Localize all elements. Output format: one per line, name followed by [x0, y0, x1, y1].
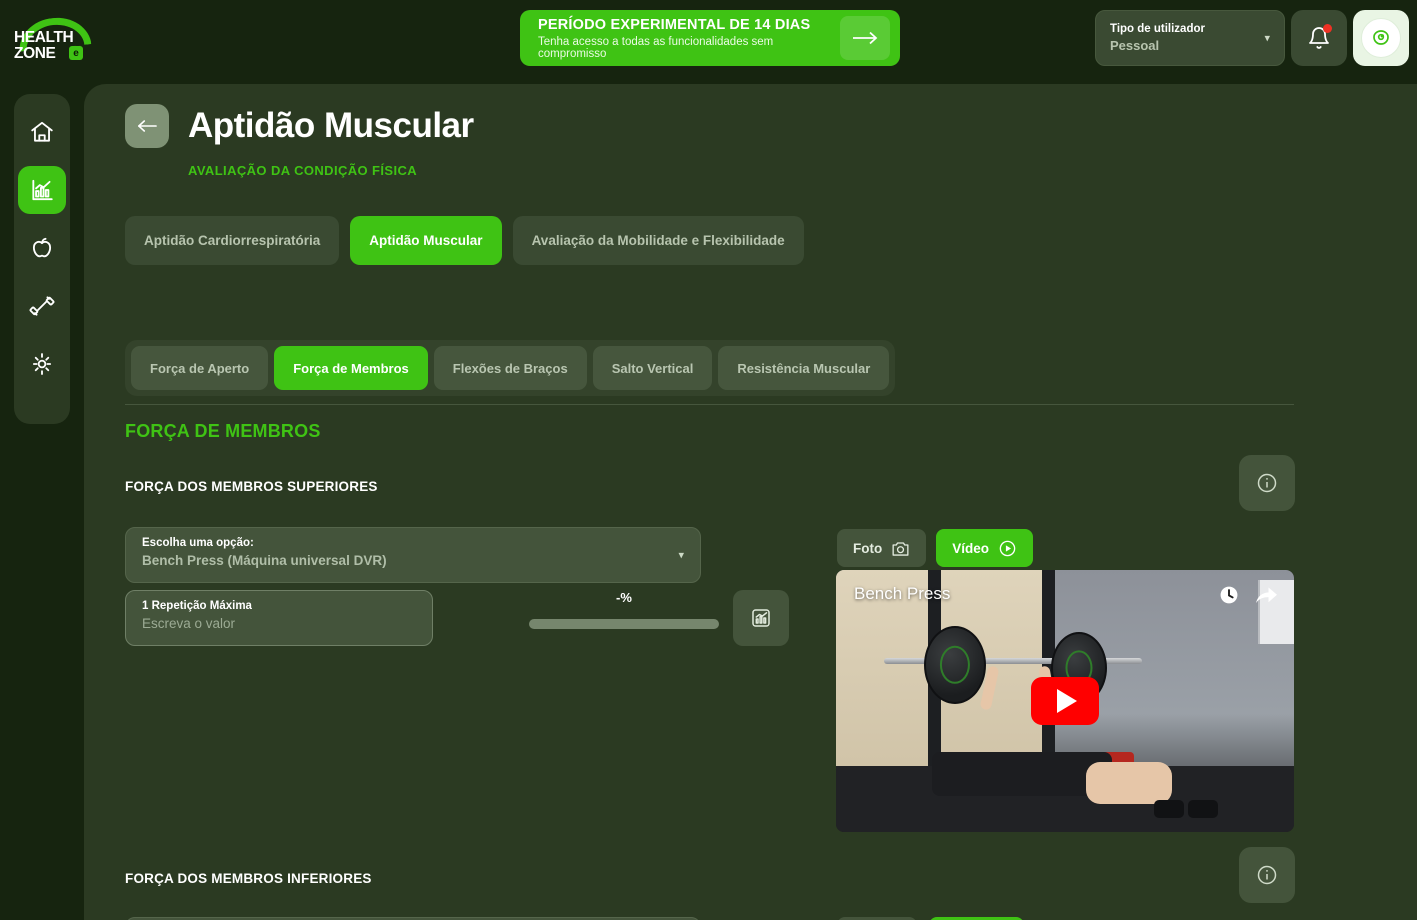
clock-icon[interactable] [1218, 584, 1240, 606]
section-title: FORÇA DE MEMBROS [125, 421, 321, 441]
chart-icon [32, 179, 53, 201]
logo-line-1: HEALTH [14, 29, 74, 46]
sidebar-item-nutrition[interactable] [18, 224, 66, 272]
subtab-salto-vertical[interactable]: Salto Vertical [592, 346, 713, 390]
sidebar-item-stats[interactable] [18, 166, 66, 214]
exercise-select[interactable]: Escolha uma opção: Bench Press (Máquina … [125, 527, 701, 583]
lifter-legs [1086, 762, 1172, 804]
app-logo[interactable]: HEALTH ZONE e [14, 14, 184, 62]
subtab-forca-de-aperto[interactable]: Força de Aperto [131, 346, 269, 390]
tab-mobilidade-flexibilidade[interactable]: Avaliação da Mobilidade e Flexibilidade [512, 216, 804, 265]
sidebar-item-home[interactable] [18, 108, 66, 156]
arrow-left-icon [138, 120, 157, 132]
avatar [1361, 18, 1401, 58]
video-player[interactable]: Bench Press [836, 570, 1294, 832]
trial-banner[interactable]: PERÍODO EXPERIMENTAL DE 14 DIAS Tenha ac… [520, 10, 900, 66]
play-circle-icon [999, 540, 1016, 556]
top-bar: HEALTH ZONE e PERÍODO EXPERIMENTAL DE 14… [0, 0, 1417, 76]
sidebar-item-training[interactable] [18, 282, 66, 330]
apple-icon [32, 237, 52, 258]
trial-banner-texts: PERÍODO EXPERIMENTAL DE 14 DIAS Tenha ac… [538, 17, 840, 60]
camera-icon [892, 541, 909, 556]
avatar-button[interactable] [1353, 10, 1409, 66]
media-toggle: Foto Vídeo [837, 529, 1034, 567]
subtab-resistencia-muscular[interactable]: Resistência Muscular [718, 346, 890, 390]
trial-banner-subtitle: Tenha acesso a todas as funcionalidades … [538, 35, 774, 60]
one-rep-max-input[interactable]: 1 Repetição Máxima Escreva o valor [125, 590, 433, 646]
lifter-torso [932, 752, 1112, 796]
lower-info-button[interactable] [1239, 847, 1295, 903]
lower-limbs-heading: FORÇA DOS MEMBROS INFERIORES [125, 871, 372, 886]
user-type-select[interactable]: Tipo de utilizador Pessoal ▾ [1095, 10, 1285, 66]
info-icon [1257, 865, 1277, 885]
sidebar [14, 94, 70, 424]
user-type-value: Pessoal [1110, 38, 1160, 53]
video-button-label: Vídeo [952, 540, 990, 556]
lifter-shoe-right [1188, 800, 1218, 818]
upper-info-button[interactable] [1239, 455, 1295, 511]
trial-banner-title: PERÍODO EXPERIMENTAL DE 14 DIAS [538, 16, 811, 33]
video-actions [1218, 584, 1278, 606]
one-rep-max-label: 1 Repetição Máxima [142, 600, 252, 612]
upper-limbs-heading: FORÇA DOS MEMBROS SUPERIORES [125, 479, 378, 494]
video-title: Bench Press [854, 584, 951, 603]
one-rep-max-placeholder: Escreva o valor [142, 616, 236, 631]
main-panel: Aptidão Muscular AVALIAÇÃO DA CONDIÇÃO F… [84, 84, 1417, 920]
share-icon[interactable] [1254, 584, 1278, 606]
barbell-plate-left [924, 626, 986, 704]
upper-chart-button[interactable] [733, 590, 789, 646]
chevron-down-icon[interactable]: ▾ [678, 549, 684, 562]
lifter-shoe-left [1154, 800, 1184, 818]
info-icon [1257, 473, 1277, 493]
tab-aptidao-cardiorrespiratoria[interactable]: Aptidão Cardiorrespiratória [125, 216, 340, 265]
chevron-down-icon[interactable]: ▾ [1264, 32, 1270, 45]
logo-text: HEALTH ZONE [14, 29, 74, 62]
exercise-select-value: Bench Press (Máquina universal DVR) [142, 553, 387, 568]
notification-badge-dot [1323, 24, 1332, 33]
tab-aptidao-muscular[interactable]: Aptidão Muscular [350, 216, 502, 265]
logo-badge: e [69, 46, 83, 60]
notifications-button[interactable] [1291, 10, 1347, 66]
video-button[interactable]: Vídeo [936, 529, 1034, 567]
photo-button-label: Foto [853, 540, 883, 556]
subtab-flexoes-de-bracos[interactable]: Flexões de Braços [433, 346, 587, 390]
arrow-right-icon[interactable] [840, 16, 890, 60]
percent-indicator: -% [529, 590, 719, 629]
dumbbell-icon [29, 296, 55, 316]
gear-icon [32, 353, 52, 375]
user-avatar-icon [1373, 30, 1389, 45]
percent-value: -% [616, 590, 632, 605]
youtube-play-icon[interactable] [1031, 677, 1099, 725]
progress-bar [529, 619, 719, 629]
logo-line-2: ZONE [14, 44, 56, 62]
sidebar-item-settings[interactable] [18, 340, 66, 388]
sub-tabs: Força de Aperto Força de Membros Flexões… [125, 340, 896, 396]
page-subtitle: AVALIAÇÃO DA CONDIÇÃO FÍSICA [188, 163, 418, 178]
page-title: Aptidão Muscular [188, 106, 474, 145]
main-tabs: Aptidão Cardiorrespiratória Aptidão Musc… [125, 216, 804, 265]
exercise-select-label: Escolha uma opção: [142, 537, 254, 549]
back-button[interactable] [125, 104, 169, 148]
user-type-label: Tipo de utilizador [1110, 23, 1205, 35]
subtab-forca-de-membros[interactable]: Força de Membros [274, 346, 428, 390]
home-icon [31, 121, 53, 142]
photo-button[interactable]: Foto [837, 529, 927, 567]
section-divider [125, 404, 1294, 405]
bar-chart-icon [752, 609, 770, 627]
